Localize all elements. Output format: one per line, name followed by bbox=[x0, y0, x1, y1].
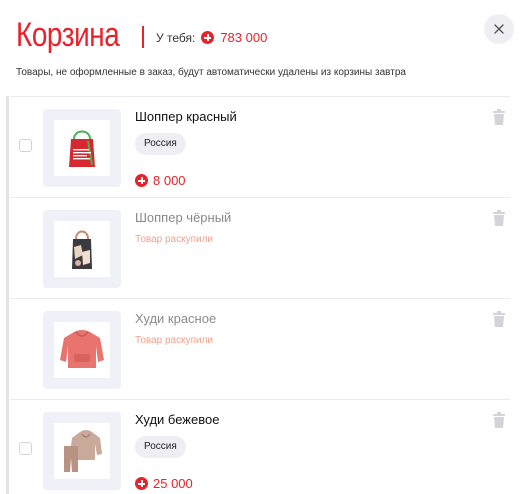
coin-icon bbox=[201, 31, 215, 44]
product-image[interactable] bbox=[43, 109, 121, 187]
coin-icon bbox=[135, 477, 148, 490]
product-price: 25 000 bbox=[135, 476, 193, 491]
trash-icon[interactable] bbox=[492, 210, 506, 226]
close-icon bbox=[494, 24, 504, 34]
coin-icon bbox=[135, 174, 148, 187]
product-name[interactable]: Худи бежевое bbox=[135, 412, 219, 427]
origin-tag: Россия bbox=[135, 133, 186, 155]
cart-item: Шоппер красный Россия 8 000 bbox=[10, 96, 510, 196]
cart-item: Худи бежевое Россия 25 000 bbox=[10, 399, 510, 494]
trash-icon[interactable] bbox=[492, 311, 506, 327]
balance: У тебя: 783 000 bbox=[156, 30, 267, 45]
red-hoodie-icon bbox=[60, 330, 104, 368]
item-checkbox[interactable] bbox=[19, 139, 32, 152]
title-divider bbox=[142, 26, 144, 48]
beige-hoodie-icon bbox=[64, 430, 102, 472]
product-price: 8 000 bbox=[135, 173, 186, 188]
product-name[interactable]: Шоппер красный bbox=[135, 109, 237, 124]
scrollbar-track[interactable] bbox=[6, 96, 9, 494]
balance-value: 783 000 bbox=[220, 30, 268, 45]
price-value: 8 000 bbox=[153, 173, 186, 188]
product-name[interactable]: Шоппер чёрный bbox=[135, 210, 231, 225]
auto-remove-notice: Товары, не оформленные в заказ, будут ав… bbox=[16, 67, 406, 78]
product-image[interactable] bbox=[43, 311, 121, 389]
balance-label: У тебя: bbox=[156, 30, 196, 45]
trash-icon[interactable] bbox=[492, 412, 506, 428]
trash-icon[interactable] bbox=[492, 109, 506, 125]
soldout-label: Товар раскупили bbox=[135, 234, 214, 245]
black-tote-bag-icon bbox=[72, 230, 92, 269]
cart-header: Корзина У тебя: 783 000 bbox=[16, 12, 520, 62]
product-image[interactable] bbox=[43, 210, 121, 288]
cart-item: Шоппер чёрный Товар раскупили bbox=[10, 197, 510, 297]
cart-item: Худи красное Товар раскупили bbox=[10, 298, 510, 398]
page-title: Корзина bbox=[16, 16, 120, 54]
product-image[interactable] bbox=[43, 412, 121, 490]
red-tote-bag-icon bbox=[69, 130, 95, 167]
origin-tag: Россия bbox=[135, 436, 186, 458]
item-checkbox[interactable] bbox=[19, 442, 32, 455]
soldout-label: Товар раскупили bbox=[135, 335, 214, 346]
price-value: 25 000 bbox=[153, 476, 193, 491]
product-name[interactable]: Худи красное bbox=[135, 311, 216, 326]
close-button[interactable] bbox=[484, 14, 514, 44]
